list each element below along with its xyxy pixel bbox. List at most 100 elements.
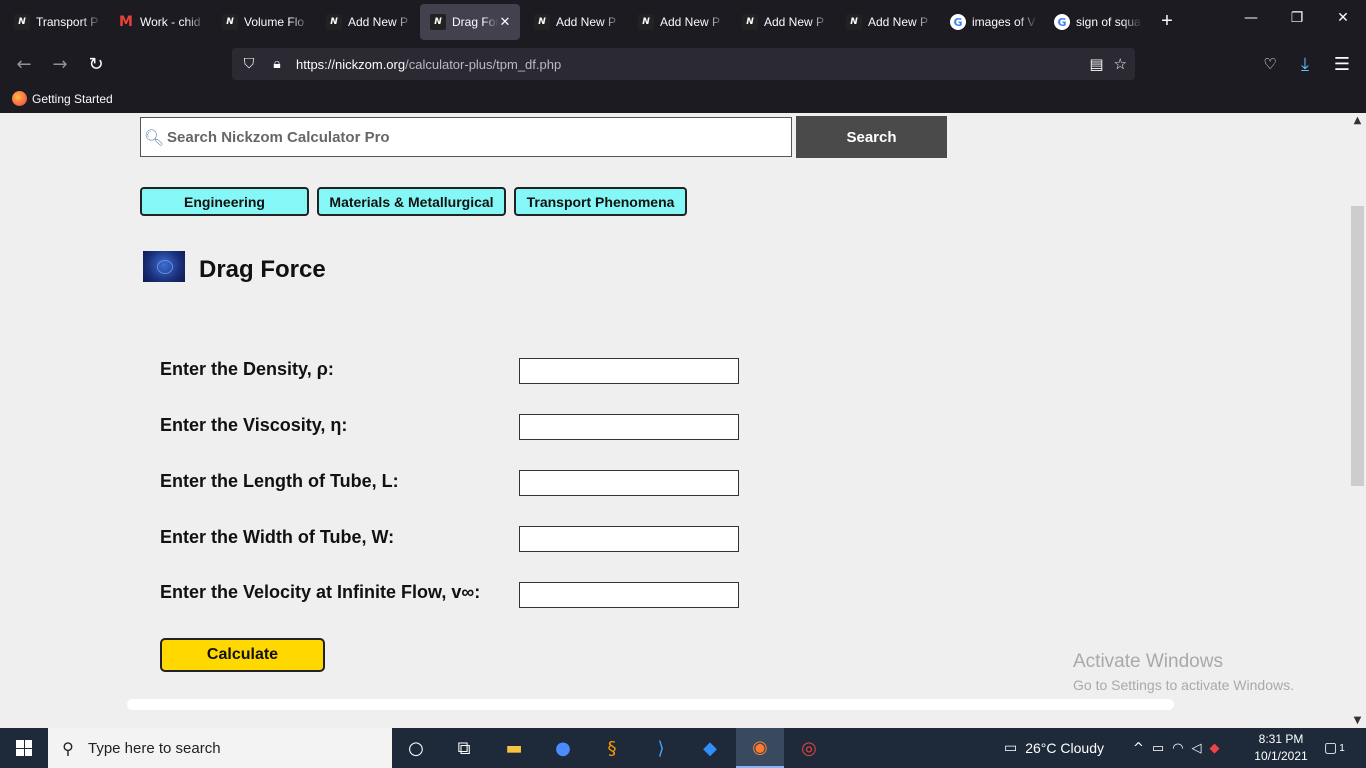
system-tray: ^ ▭ ◠ ◁ ◆ bbox=[1133, 728, 1220, 768]
chrome-icon[interactable]: ◎ bbox=[785, 728, 833, 768]
watermark-title: Activate Windows bbox=[1073, 651, 1223, 672]
search-input[interactable] bbox=[167, 128, 791, 146]
width-input[interactable] bbox=[519, 526, 739, 552]
zoom-icon[interactable]: ● bbox=[539, 728, 587, 768]
tab-add-new-5[interactable]: N Add New P bbox=[836, 4, 934, 40]
density-label: Enter the Density, ρ: bbox=[160, 359, 334, 379]
weather-widget[interactable]: ▭ 26°C Cloudy bbox=[1004, 728, 1104, 768]
task-view-icon[interactable]: ⧉ bbox=[440, 728, 488, 768]
scrollbar-thumb[interactable] bbox=[1351, 206, 1364, 486]
forward-icon[interactable]: → bbox=[48, 52, 72, 76]
restore-icon[interactable]: ❐ bbox=[1282, 10, 1312, 26]
tab-title: Add New P bbox=[660, 15, 721, 29]
reader-view-icon[interactable]: ▤ bbox=[1089, 55, 1103, 73]
bookmark-getting-started[interactable]: Getting Started bbox=[32, 92, 113, 106]
taskbar-search-placeholder: Type here to search bbox=[88, 739, 221, 757]
notification-count: 1 bbox=[1339, 742, 1345, 754]
taskbar: ⚲ Type here to search ○ ⧉ ▬ ● § ⟩ ◆ ◉ ◎ … bbox=[0, 728, 1366, 768]
density-input[interactable] bbox=[519, 358, 739, 384]
dropbox-tray-icon[interactable]: ◆ bbox=[1210, 741, 1220, 756]
clock-date: 10/1/2021 bbox=[1254, 749, 1308, 763]
firefox-taskbar-icon[interactable]: ◉ bbox=[736, 728, 784, 768]
tab-title: Add New P bbox=[868, 15, 929, 29]
category-transport-phenomena[interactable]: Transport Phenomena bbox=[514, 187, 687, 216]
tab-images[interactable]: Gimages of V bbox=[940, 4, 1038, 40]
google-icon: G bbox=[1054, 14, 1070, 30]
address-bar[interactable]: ⛉ 🔒︎ https://nickzom.org/calculator-plus… bbox=[232, 48, 1135, 80]
nickzom-icon: N bbox=[14, 14, 30, 30]
weather-text: 26°C Cloudy bbox=[1025, 740, 1104, 756]
volume-icon[interactable]: ◁ bbox=[1192, 741, 1202, 756]
sublime-text-icon[interactable]: § bbox=[588, 728, 636, 768]
back-icon[interactable]: ← bbox=[12, 52, 36, 76]
weather-icon: ▭ bbox=[1004, 740, 1018, 756]
download-icon[interactable]: ⤓ bbox=[1293, 52, 1317, 76]
nickzom-icon: N bbox=[742, 14, 758, 30]
close-tab-icon[interactable]: ✕ bbox=[498, 14, 512, 30]
lock-icon[interactable]: 🔒︎ bbox=[266, 56, 288, 72]
pocket-icon[interactable]: ♡ bbox=[1258, 52, 1282, 76]
google-icon: G bbox=[950, 14, 966, 30]
calculate-button[interactable]: Calculate bbox=[160, 638, 325, 672]
nickzom-icon: N bbox=[534, 14, 550, 30]
tab-title: Add New P bbox=[764, 15, 825, 29]
menu-icon[interactable]: ☰ bbox=[1330, 52, 1354, 76]
tab-work[interactable]: M Work - chid bbox=[108, 4, 206, 40]
bookmark-star-icon[interactable]: ☆ bbox=[1114, 55, 1127, 73]
category-materials-metallurgical[interactable]: Materials & Metallurgical bbox=[317, 187, 506, 216]
tab-add-new-3[interactable]: N Add New P bbox=[628, 4, 726, 40]
velocity-input[interactable] bbox=[519, 582, 739, 608]
clock[interactable]: 8:31 PM 10/1/2021 bbox=[1248, 731, 1314, 765]
tab-volume-flow[interactable]: N Volume Flo bbox=[212, 4, 310, 40]
page-content: 🔍︎ Search Engineering Materials & Metall… bbox=[0, 113, 1349, 728]
reload-icon[interactable]: ↻ bbox=[84, 52, 108, 76]
scroll-down-icon[interactable]: ▼ bbox=[1349, 715, 1366, 726]
viscosity-input[interactable] bbox=[519, 414, 739, 440]
tab-drag-force[interactable]: N Drag For ✕ bbox=[420, 4, 520, 40]
viscosity-label: Enter the Viscosity, η: bbox=[160, 415, 348, 435]
tab-add-new-2[interactable]: N Add New P bbox=[524, 4, 622, 40]
nickzom-icon: N bbox=[430, 14, 446, 30]
search-button[interactable]: Search bbox=[796, 116, 947, 158]
tab-title: Transport P bbox=[36, 15, 99, 29]
battery-icon[interactable]: ▭ bbox=[1152, 741, 1164, 756]
nickzom-icon: N bbox=[222, 14, 238, 30]
tab-add-new-4[interactable]: N Add New P bbox=[732, 4, 830, 40]
page-title: Drag Force bbox=[199, 256, 326, 283]
tab-add-new-1[interactable]: N Add New P bbox=[316, 4, 414, 40]
minimize-icon[interactable]: — bbox=[1236, 10, 1266, 26]
browser-chrome: N Transport P M Work - chid N Volume Flo NA… bbox=[0, 0, 1366, 113]
notification-center[interactable]: ▢ 1 bbox=[1324, 728, 1345, 768]
cortana-icon[interactable]: ○ bbox=[392, 728, 440, 768]
taskbar-search[interactable]: ⚲ Type here to search bbox=[48, 728, 392, 768]
wifi-icon[interactable]: ◠ bbox=[1172, 741, 1183, 756]
tab-transport[interactable]: N Transport P bbox=[4, 4, 102, 40]
length-input[interactable] bbox=[519, 470, 739, 496]
url-text[interactable]: https://nickzom.org/calculator-plus/tpm_… bbox=[296, 57, 561, 72]
shield-icon[interactable]: ⛉ bbox=[238, 56, 260, 72]
chevron-up-icon[interactable]: ^ bbox=[1133, 741, 1144, 756]
tab-title: Add New P bbox=[348, 15, 409, 29]
length-label: Enter the Length of Tube, L: bbox=[160, 471, 399, 491]
nav-bar: ← → ↻ ⛉ 🔒︎ https://nickzom.org/calculato… bbox=[0, 44, 1366, 84]
nickzom-icon: N bbox=[638, 14, 654, 30]
calculator-logo bbox=[143, 251, 185, 282]
width-label: Enter the Width of Tube, W: bbox=[160, 527, 395, 547]
vscode-icon[interactable]: ⟩ bbox=[637, 728, 685, 768]
close-window-icon[interactable]: ✕ bbox=[1328, 10, 1358, 26]
new-tab-icon[interactable]: + bbox=[1156, 10, 1178, 33]
tab-title: Drag For bbox=[452, 15, 498, 29]
category-engineering[interactable]: Engineering bbox=[140, 187, 309, 216]
activate-windows-watermark: Activate Windows Go to Settings to activ… bbox=[1073, 651, 1294, 693]
search-icon: ⚲ bbox=[62, 738, 74, 758]
horizontal-scrollbar[interactable] bbox=[127, 699, 1174, 710]
tab-sign[interactable]: Gsign of squa bbox=[1044, 4, 1142, 40]
vertical-scrollbar[interactable]: ▲ ▼ bbox=[1349, 113, 1366, 728]
tab-title: sign of squa bbox=[1076, 15, 1141, 29]
velocity-label: Enter the Velocity at Infinite Flow, v∞: bbox=[160, 582, 481, 602]
start-button[interactable] bbox=[0, 728, 48, 768]
file-explorer-icon[interactable]: ▬ bbox=[490, 728, 538, 768]
dropbox-icon[interactable]: ◆ bbox=[686, 728, 734, 768]
scroll-up-icon[interactable]: ▲ bbox=[1349, 115, 1366, 126]
tab-title: images of V bbox=[972, 15, 1036, 29]
